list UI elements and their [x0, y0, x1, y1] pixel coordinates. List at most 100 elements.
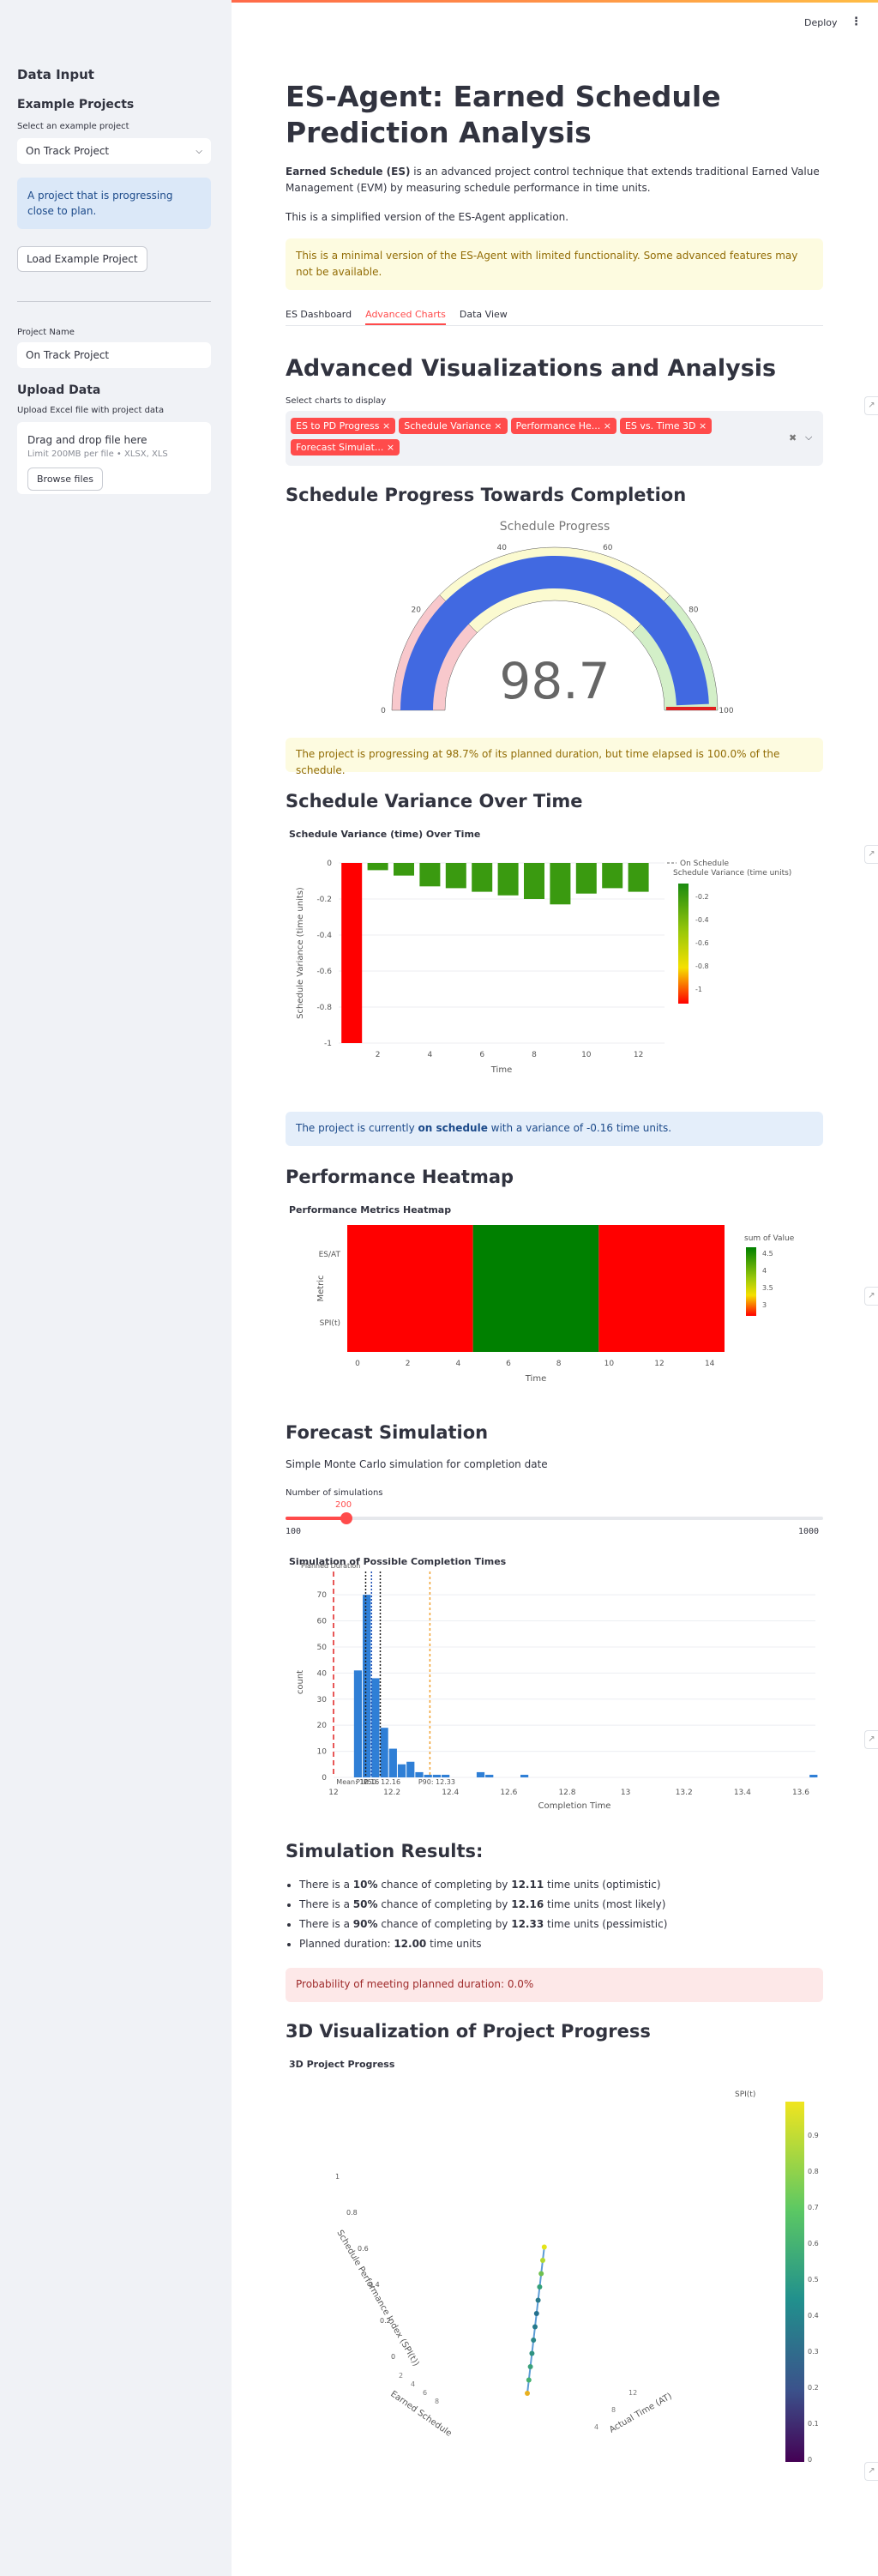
- 3d-es-tick: 8: [435, 2398, 439, 2405]
- 3d-es-tick: 6: [423, 2389, 427, 2397]
- 3d-colorbar-tick: 0.8: [808, 2168, 819, 2175]
- sv-ylabel: Schedule Variance (time units): [296, 887, 305, 1019]
- sv-ytick: -0.4: [316, 932, 332, 940]
- histogram-bar: [415, 1771, 424, 1777]
- sv-colorbar-tick: -0.2: [695, 893, 709, 901]
- histogram-bar: [432, 1774, 442, 1777]
- forecast-subtitle: Simple Monte Carlo simulation for comple…: [286, 1458, 548, 1470]
- 3d-data-point: [529, 2350, 535, 2356]
- results-list: There is a 10% chance of completing by 1…: [286, 1875, 667, 1954]
- probability-message: Probability of meeting planned duration:…: [286, 1968, 823, 2002]
- file-dropzone[interactable]: Drag and drop file here Limit 200MB per …: [17, 422, 211, 494]
- sv-bar: [367, 863, 388, 871]
- sv-msg-c: with a variance of -0.16 time units.: [487, 1122, 672, 1134]
- chart-toolbar-icon[interactable]: ↗: [864, 1730, 878, 1749]
- tab-es-dashboard[interactable]: ES Dashboard: [286, 305, 352, 325]
- tab-bar: ES Dashboard Advanced Charts Data View: [286, 305, 823, 326]
- clear-all-icon[interactable]: ✖: [789, 432, 797, 443]
- chip-es-vs-time-3d[interactable]: ES vs. Time 3D ×: [619, 418, 713, 434]
- 3d-colorbar-tick: 0.3: [808, 2348, 819, 2356]
- tab-advanced-charts[interactable]: Advanced Charts: [365, 305, 446, 325]
- 3d-trajectory-line: [526, 2247, 545, 2394]
- result-most-likely: There is a 50% chance of completing by 1…: [299, 1895, 667, 1915]
- histogram-xtick: 13: [621, 1789, 630, 1797]
- heatmap-xtick: 14: [705, 1360, 715, 1368]
- histogram-ytick: 20: [317, 1722, 328, 1730]
- heatmap-colorbar-title: sum of Value: [744, 1234, 795, 1243]
- chip-performance-heatmap[interactable]: Performance He... ×: [510, 418, 616, 434]
- sidebar: Data Input Example Projects Select an ex…: [0, 0, 232, 2576]
- histogram-xtick: 13.2: [676, 1789, 693, 1797]
- 3d-colorbar-title: SPI(t): [735, 2090, 755, 2099]
- histogram-bar: [442, 1774, 450, 1777]
- example-project-select[interactable]: On Track Project ⌵: [17, 138, 211, 164]
- histogram-xtick: 12.4: [442, 1789, 459, 1797]
- slider-fill: [286, 1517, 346, 1520]
- 3d-spi-tick: 1: [335, 2173, 340, 2181]
- gauge-tick-label: 40: [496, 544, 507, 552]
- chip-forecast-simulation[interactable]: Forecast Simulat... ×: [291, 439, 400, 455]
- sv-xtick: 4: [428, 1051, 433, 1059]
- heatmap-cell: [598, 1225, 725, 1352]
- 3d-progress-chart: 3D Project Progress10.80.60.40.20Schedul…: [289, 2059, 819, 2464]
- heatmap-xtick: 8: [556, 1360, 562, 1368]
- histogram-ytick: 30: [317, 1696, 328, 1704]
- sv-ytick: -0.6: [316, 968, 332, 976]
- 3d-chart-title: 3D Project Progress: [289, 2059, 395, 2070]
- sv-xtick: 2: [376, 1051, 381, 1059]
- slider-min: 100: [286, 1527, 302, 1536]
- heatmap-colorbar-tick: 3.5: [762, 1284, 773, 1292]
- main-menu-icon[interactable]: ⋮: [851, 15, 862, 28]
- simulations-slider[interactable]: [286, 1512, 823, 1524]
- 3d-spi-tick: 0.6: [358, 2245, 369, 2253]
- chart-toolbar-icon[interactable]: ↗: [864, 845, 878, 864]
- histogram-xtick: 12: [328, 1789, 338, 1797]
- 3d-spi-tick: 0.8: [346, 2209, 358, 2217]
- sv-xlabel: Time: [490, 1065, 512, 1075]
- sv-bar: [575, 863, 597, 894]
- browse-files-button[interactable]: Browse files: [27, 468, 104, 491]
- load-example-project-button[interactable]: Load Example Project: [17, 246, 147, 272]
- select-project-label: Select an example project: [17, 122, 129, 131]
- dropzone-limit: Limit 200MB per file • XLSX, XLS: [27, 449, 168, 459]
- sv-legend-label: On Schedule: [680, 860, 729, 868]
- histogram-bar: [520, 1774, 529, 1777]
- chip-schedule-variance[interactable]: Schedule Variance ×: [399, 418, 508, 434]
- chevron-down-icon[interactable]: ⌵: [805, 431, 812, 443]
- heatmap-colorbar-tick: 4: [762, 1267, 767, 1275]
- project-name-input[interactable]: On Track Project: [17, 342, 211, 368]
- sv-ytick: -1: [324, 1040, 332, 1048]
- 3d-colorbar-tick: 0: [808, 2456, 812, 2464]
- minimal-warning: This is a minimal version of the ES-Agen…: [286, 238, 823, 290]
- 3d-colorbar-tick: 0.5: [808, 2276, 819, 2283]
- chart-toolbar-icon[interactable]: ↗: [864, 1287, 878, 1306]
- result-pessimistic: There is a 90% chance of completing by 1…: [299, 1915, 667, 1934]
- 3d-data-point: [538, 2271, 544, 2277]
- chip-es-to-pd[interactable]: ES to PD Progress ×: [291, 418, 396, 434]
- sidebar-title: Data Input: [17, 67, 94, 82]
- chart-toolbar-icon[interactable]: ↗: [864, 2462, 878, 2481]
- histogram-xtick: 12.2: [383, 1789, 400, 1797]
- histogram-bar: [388, 1748, 397, 1777]
- gauge-title: Schedule Progress: [500, 520, 610, 534]
- heatmap-colorbar-tick: 4.5: [762, 1250, 773, 1258]
- progress-section-title: Schedule Progress Towards Completion: [286, 485, 687, 505]
- gauge-tick-label: 80: [689, 606, 699, 614]
- heatmap-cell: [472, 1225, 599, 1352]
- deploy-button[interactable]: Deploy: [804, 17, 838, 28]
- heatmap-xtick: 4: [455, 1360, 460, 1368]
- gauge-tick-label: 0: [381, 707, 386, 715]
- performance-heatmap-chart: Performance Metrics Heatmap ES/AT SPI(t) 0 2…: [289, 1204, 795, 1384]
- sv-colorbar-tick: -0.6: [695, 939, 709, 947]
- chart-multiselect[interactable]: ES to PD Progress × Schedule Variance × Pe…: [286, 411, 823, 466]
- histogram-marker-label: P90: 12.33: [418, 1778, 455, 1786]
- slider-handle[interactable]: [340, 1512, 352, 1524]
- sv-ytick: 0: [327, 860, 332, 868]
- intro-bold: Earned Schedule (ES): [286, 166, 411, 178]
- sidebar-divider: [17, 301, 211, 302]
- sv-colorbar-tick: -0.8: [695, 962, 709, 970]
- heatmap-row-label: ES/AT: [319, 1251, 341, 1259]
- chart-toolbar-icon[interactable]: ↗: [864, 396, 878, 415]
- tab-data-view[interactable]: Data View: [460, 305, 508, 325]
- viz3d-section-title: 3D Visualization of Project Progress: [286, 2021, 651, 2042]
